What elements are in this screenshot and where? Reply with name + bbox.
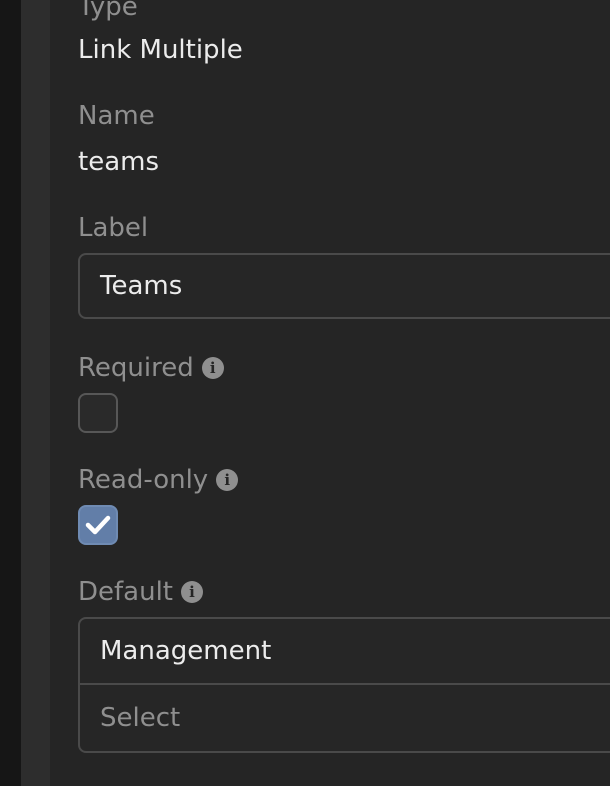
default-item-management[interactable]: Management [80,619,610,685]
default-select-input[interactable]: Select [80,685,610,751]
required-label-text: Required [78,353,194,383]
name-value: teams [78,147,159,177]
type-value: Link Multiple [78,35,243,65]
label-input[interactable]: Teams [78,253,610,319]
default-label: Default i [78,577,203,607]
default-link-multiple: Management Select [78,617,610,753]
readonly-label: Read-only i [78,465,239,495]
readonly-label-text: Read-only [78,465,209,495]
info-icon[interactable]: i [201,357,224,379]
default-label-text: Default [78,577,173,607]
default-item-label: Management [100,636,272,666]
required-checkbox[interactable] [78,393,118,433]
label-label: Label [78,213,149,243]
info-icon[interactable]: i [216,469,239,491]
app-window: Type Link Multiple Name teams Label Team… [0,0,610,786]
type-label: Type [78,0,138,22]
left-sidebar [0,0,21,786]
label-input-value: Teams [100,271,183,301]
info-icon[interactable]: i [181,581,203,603]
panel-gutter [21,0,50,786]
readonly-checkbox[interactable] [78,505,118,545]
required-label: Required i [78,353,224,383]
check-icon [85,515,111,535]
default-select-placeholder: Select [100,703,181,733]
name-label: Name [78,101,155,131]
field-edit-panel: Type Link Multiple Name teams Label Team… [50,0,610,786]
